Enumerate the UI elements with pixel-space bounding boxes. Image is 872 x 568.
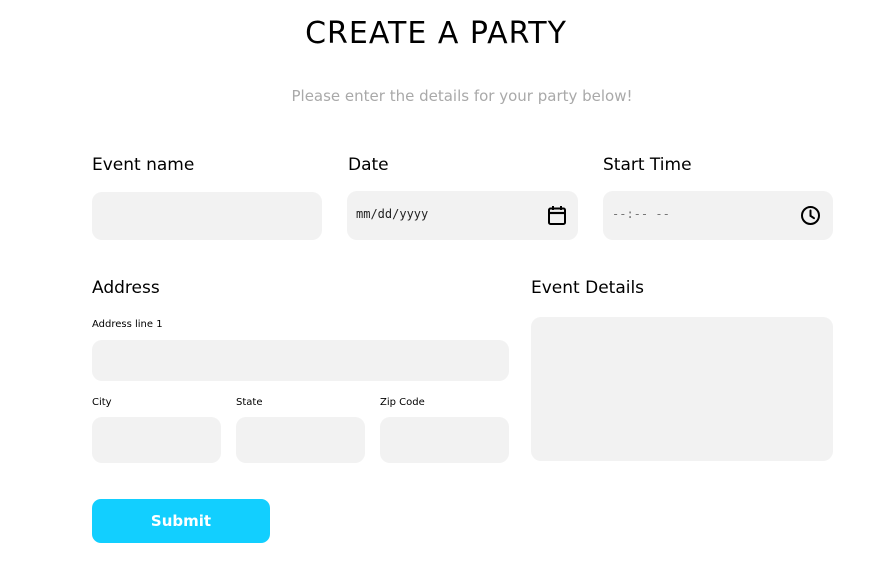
page-title: CREATE A PARTY [305,16,567,51]
city-input[interactable] [92,417,221,463]
state-label: State [236,397,263,408]
page-subtitle: Please enter the details for your party … [291,87,633,105]
address-line1-input[interactable] [92,340,509,381]
event-name-input[interactable] [92,192,322,240]
event-details-textarea[interactable] [531,317,833,461]
zip-code-label: Zip Code [380,397,425,408]
submit-button[interactable]: Submit [92,499,270,543]
start-time-label: Start Time [603,155,692,175]
start-time-placeholder: --:-- -- [612,207,670,221]
calendar-icon[interactable] [547,205,567,230]
start-time-input[interactable]: --:-- -- [603,191,833,240]
event-name-label: Event name [92,155,195,175]
zip-code-input[interactable] [380,417,509,463]
address-line1-label: Address line 1 [92,319,163,330]
date-placeholder: mm/dd/yyyy [356,207,429,221]
event-details-label: Event Details [531,278,645,298]
clock-icon[interactable] [800,205,821,230]
state-input[interactable] [236,417,365,463]
date-input[interactable]: mm/dd/yyyy [347,191,578,240]
date-label: Date [348,155,389,175]
address-label: Address [92,278,160,298]
city-label: City [92,397,112,408]
